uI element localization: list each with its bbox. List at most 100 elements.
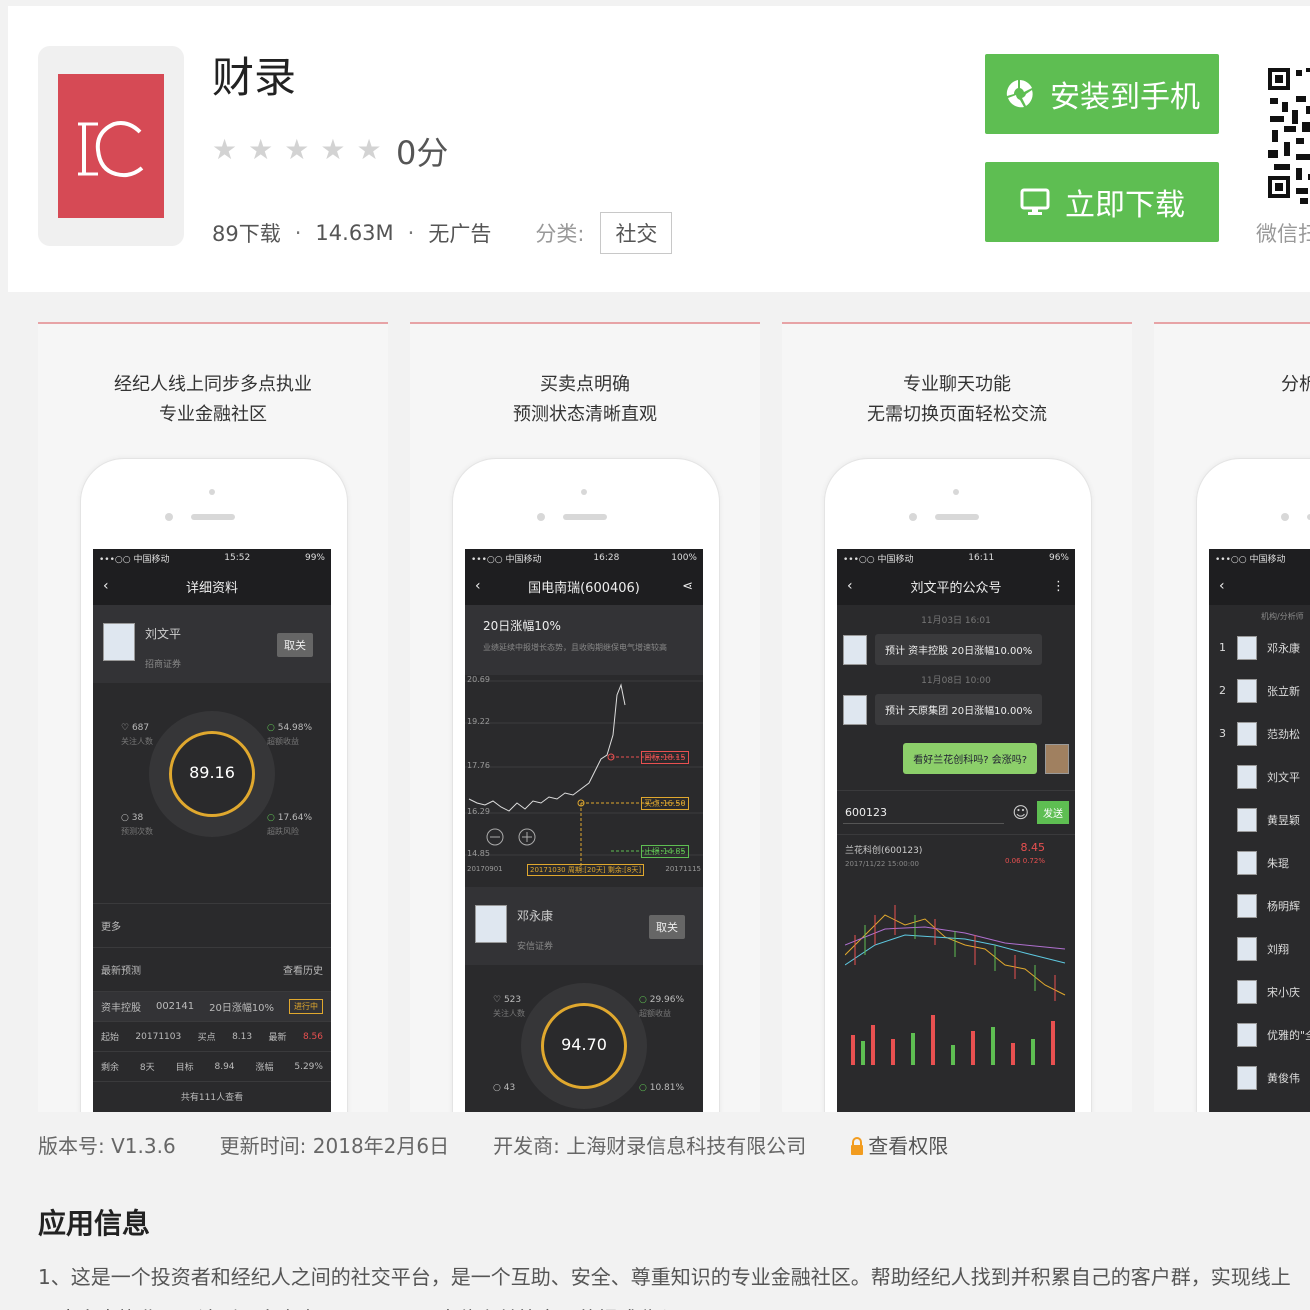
period-label: 20171030 周期:[20天] 剩余:[8天] — [527, 864, 645, 876]
phone-sensor — [537, 513, 545, 521]
qr-code-icon[interactable] — [1266, 66, 1310, 206]
stat-risk: ○ 17.64% 超跌风险 — [267, 813, 313, 836]
back-icon: ‹ — [103, 578, 109, 594]
chat-message: 预计 资丰控股 20日涨幅10.00% — [837, 634, 1075, 665]
prediction-row: 资丰控股 002141 20日涨幅10% 进行中 — [93, 991, 331, 1021]
avatar — [1237, 893, 1257, 918]
avatar — [843, 634, 867, 665]
target-price-tag: 目标:18.15 — [641, 751, 689, 764]
y-tick: 20.69 — [467, 675, 490, 684]
avatar — [1237, 721, 1257, 746]
screenshot-carousel[interactable]: 经纪人线上同步多点执业 专业金融社区 •••○○ 中国移动 15:52 99% … — [38, 322, 1310, 1112]
screenshot-caption: 分析师/机构 精准 — [1154, 370, 1310, 430]
stock-price: 8.45 — [1020, 841, 1046, 854]
star-icon: ★ — [356, 133, 382, 166]
phone-screen: •••○○ 中国移动 16:28 100% ‹ 国电南瑞(600406) ⋖ 2… — [465, 549, 703, 1112]
date-label: 20171115 — [665, 865, 701, 873]
version-info: 版本号: V1.3.6 — [38, 1134, 176, 1158]
chat-message: 预计 天原集团 20日涨幅10.00% — [837, 694, 1075, 725]
gauge-value: 94.70 — [561, 1035, 607, 1054]
y-tick: 16.29 — [467, 807, 490, 816]
profile-name: 邓永康 — [517, 909, 554, 923]
status-time: 16:28 — [593, 553, 620, 563]
caption-line: 经纪人线上同步多点执业 — [114, 374, 312, 395]
send-button: 发送 — [1037, 801, 1069, 824]
more-row: 更多 — [93, 903, 331, 947]
phone-screen: •••○○ 中国移动 ‹ 机构/分析师 1 邓永康 2 张立新 3 范劲松 刘文平 黄昱颖 朱琨… — [1209, 549, 1310, 1112]
screenshot-4[interactable]: 分析师/机构 精准 •••○○ 中国移动 ‹ 机构/分析师 1 邓永康 2 张立新 3 范… — [1154, 322, 1310, 1112]
nav-bar: ‹ 刘文平的公众号 ⋮ — [837, 567, 1075, 605]
rank-number: 2 — [1219, 684, 1226, 697]
phone-speaker — [563, 514, 607, 520]
rank-subhead: 机构/分析师 — [1261, 612, 1304, 621]
install-to-phone-button[interactable]: 安装到手机 — [985, 54, 1219, 134]
screenshot-caption: 经纪人线上同步多点执业 专业金融社区 — [38, 370, 388, 430]
chat-bubble: 预计 天原集团 20日涨幅10.00% — [875, 694, 1043, 725]
status-bar: •••○○ 中国移动 15:52 99% — [93, 549, 331, 567]
app-title: 财录 — [212, 53, 297, 102]
rank-name: 刘翔 — [1267, 942, 1289, 956]
stat-value: 687 — [131, 723, 150, 733]
status-carrier: •••○○ 中国移动 — [99, 554, 170, 565]
y-tick: 14.85 — [467, 849, 490, 858]
latest-label: 最新预测 — [101, 966, 141, 977]
meta-separator: · — [294, 221, 302, 245]
permissions-link[interactable]: 查看权限 — [850, 1130, 992, 1159]
stop-price-tag: 止损:14.85 — [641, 845, 689, 858]
stat-label: 关注人数 — [493, 1009, 525, 1018]
download-button-label: 立即下载 — [1065, 188, 1185, 223]
developer-info: 开发商: 上海财录信息科技有限公司 — [493, 1134, 807, 1158]
nav-title: 国电南瑞(600406) — [528, 580, 640, 596]
profile-company: 安信证券 — [517, 942, 554, 952]
stock-code: 002141 — [155, 1001, 195, 1012]
chat-message: 看好兰花创科吗? 会涨吗? — [837, 743, 1075, 774]
phone-sensor — [165, 513, 173, 521]
profile-name: 刘文平 — [145, 627, 182, 641]
unfollow-button: 取关 — [277, 633, 313, 657]
rank-name: 邓永康 — [1267, 641, 1300, 655]
detail-cell: 8.56 — [302, 1031, 323, 1042]
rank-name: 宋小庆 — [1267, 985, 1300, 999]
stock-name: 资丰控股 — [101, 1003, 141, 1014]
viewers-text: 共有111人查看 — [180, 1093, 244, 1103]
category-tag[interactable]: 社交 — [600, 212, 673, 254]
phone-camera — [209, 489, 215, 495]
screenshot-2[interactable]: 买卖点明确 预测状态清晰直观 •••○○ 中国移动 16:28 100% ‹ 国… — [410, 322, 760, 1112]
qr-label: 微信扫 — [1256, 222, 1310, 246]
download-count: 89下载 — [212, 222, 281, 246]
caption-line: 精准 — [1154, 400, 1310, 430]
screenshot-1[interactable]: 经纪人线上同步多点执业 专业金融社区 •••○○ 中国移动 15:52 99% … — [38, 322, 388, 1112]
share-icon: ⋖ — [682, 578, 693, 594]
rank-row: 3 范劲松 — [1209, 712, 1310, 755]
screenshot-3[interactable]: 专业聊天功能 无需切换页面轻松交流 •••○○ 中国移动 16:11 96% ‹… — [782, 322, 1132, 1112]
rank-name: 杨明辉 — [1267, 899, 1300, 913]
caption-line: 专业金融社区 — [159, 404, 267, 425]
rank-number: 3 — [1219, 727, 1226, 740]
rank-row: 刘文平 — [1209, 755, 1310, 798]
caption-line: 分析师/机构 — [1280, 374, 1310, 395]
detail-cell: 8.94 — [214, 1061, 235, 1072]
detail-cell: 买点 — [197, 1033, 216, 1043]
prediction-detail-row: 起始 20171103 买点 8.13 最新 8.56 — [93, 1021, 331, 1051]
stat-return: ○ 54.98% 超额收益 — [267, 723, 313, 746]
nav-title: 详细资料 — [185, 580, 238, 596]
app-meta-row: 89下载 · 14.63M · 无广告 分类: 社交 — [212, 212, 673, 254]
nav-title: 刘文平的公众号 — [910, 580, 1002, 596]
stat-value: 54.98% — [277, 723, 313, 733]
install-phone-icon — [1006, 80, 1033, 108]
stat-return: ○ 29.96% 超额收益 — [639, 995, 685, 1018]
score-gauge: 89.16 ♡ 687 关注人数 ○ 54.98% 超额收益 ○ 38 预测次数 ○ … — [93, 683, 331, 903]
detail-cell: 20171103 — [135, 1031, 182, 1042]
section-title: 应用信息 — [38, 1207, 151, 1240]
more-label: 更多 — [101, 922, 121, 933]
download-now-button[interactable]: 立即下载 — [985, 162, 1219, 242]
chat-bubble: 看好兰花创科吗? 会涨吗? — [903, 743, 1037, 774]
target-text: 20日涨幅10% — [209, 1003, 275, 1014]
score-gauge: 94.70 ♡ 523 关注人数 ○ 29.96% 超额收益 ○ 43 ○ 10.8… — [465, 965, 703, 1112]
avatar — [1237, 807, 1257, 832]
status-time: 15:52 — [224, 553, 251, 563]
app-info-row: 版本号: V1.3.6 更新时间: 2018年2月6日 开发商: 上海财录信息科… — [38, 1130, 1036, 1159]
phone-camera — [953, 489, 959, 495]
rank-name: 刘文平 — [1267, 770, 1300, 784]
chat-timestamp: 11月08日 10:00 — [921, 676, 991, 686]
